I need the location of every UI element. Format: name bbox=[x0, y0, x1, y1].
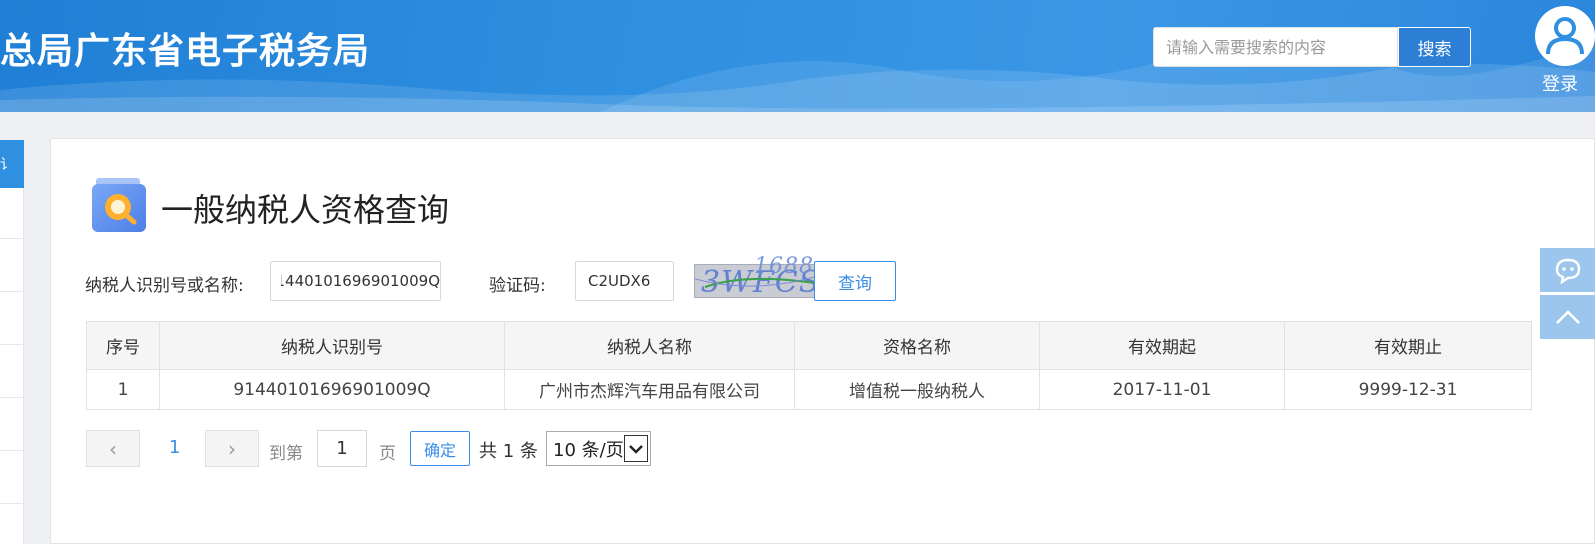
sidebar-divider bbox=[0, 503, 24, 504]
site-title: 总局广东省电子税务局 bbox=[0, 31, 371, 72]
chevron-up-icon bbox=[1555, 310, 1580, 324]
search-button[interactable]: 搜索 bbox=[1398, 27, 1471, 67]
chevron-right-icon: › bbox=[228, 436, 236, 461]
sidebar-divider bbox=[0, 344, 24, 345]
sidebar: 讠 bbox=[0, 140, 24, 544]
table-row: 1 91440101696901009Q 广州市杰辉汽车用品有限公司 增值税一般… bbox=[86, 369, 1532, 410]
cell-index: 1 bbox=[86, 369, 160, 410]
search-input-wrapper[interactable] bbox=[1153, 27, 1398, 67]
cell-qualification: 增值税一般纳税人 bbox=[794, 369, 1040, 410]
confirm-button[interactable]: 确定 bbox=[410, 431, 470, 466]
taxpayer-id-field-wrapper[interactable] bbox=[270, 261, 441, 301]
cell-taxpayer-name: 广州市杰辉汽车用品有限公司 bbox=[504, 369, 795, 410]
column-header-valid-to: 有效期止 bbox=[1284, 321, 1532, 370]
page-title: 一般纳税人资格查询 bbox=[161, 191, 450, 229]
page-size-value: 10 条/页 bbox=[553, 439, 624, 461]
back-to-top-button[interactable] bbox=[1540, 295, 1595, 339]
taxpayer-id-input[interactable] bbox=[271, 262, 440, 300]
login-link[interactable]: 登录 bbox=[1542, 70, 1578, 96]
total-count: 共 1 条 bbox=[479, 441, 538, 462]
prev-page-button[interactable]: ‹ bbox=[86, 430, 140, 467]
goto-page-input[interactable] bbox=[318, 431, 366, 466]
result-table: 序号 纳税人识别号 纳税人名称 资格名称 有效期起 有效期止 1 9144010… bbox=[86, 321, 1532, 410]
cell-valid-from: 2017-11-01 bbox=[1039, 369, 1285, 410]
chat-float-button[interactable] bbox=[1540, 248, 1595, 292]
goto-label: 到第 bbox=[269, 444, 303, 464]
chevron-left-icon: ‹ bbox=[109, 436, 117, 461]
sidebar-divider bbox=[0, 238, 24, 239]
sidebar-divider bbox=[0, 450, 24, 451]
table-header-row: 序号 纳税人识别号 纳税人名称 资格名称 有效期起 有效期止 bbox=[86, 321, 1532, 370]
search-document-icon bbox=[92, 178, 146, 232]
column-header-index: 序号 bbox=[86, 321, 160, 370]
goto-page-field-wrapper[interactable] bbox=[317, 430, 367, 467]
captcha-input[interactable] bbox=[576, 262, 673, 300]
chat-icon bbox=[1555, 258, 1580, 284]
taxpayer-id-label: 纳税人识别号或名称: bbox=[85, 276, 244, 296]
sidebar-divider bbox=[0, 397, 24, 398]
page-unit-label: 页 bbox=[379, 444, 396, 464]
next-page-button[interactable]: › bbox=[205, 430, 259, 467]
main-panel: 一般纳税人资格查询 纳税人识别号或名称: 验证码: 3WFCS 1688.com… bbox=[50, 138, 1595, 544]
query-button[interactable]: 查询 bbox=[814, 261, 896, 301]
page-size-select[interactable]: 10 条/页 bbox=[546, 431, 651, 466]
column-header-qualification: 资格名称 bbox=[794, 321, 1040, 370]
sidebar-divider bbox=[0, 291, 24, 292]
captcha-field-wrapper[interactable] bbox=[575, 261, 674, 301]
cell-taxpayer-id: 91440101696901009Q bbox=[159, 369, 505, 410]
search-input[interactable] bbox=[1154, 28, 1397, 66]
chevron-down-icon bbox=[624, 435, 648, 462]
header-banner: 总局广东省电子税务局 搜索 登录 bbox=[0, 0, 1595, 112]
user-avatar-icon[interactable] bbox=[1535, 6, 1595, 66]
sidebar-active-tab[interactable]: 讠 bbox=[0, 140, 24, 188]
column-header-taxpayer-id: 纳税人识别号 bbox=[159, 321, 505, 370]
cell-valid-to: 9999-12-31 bbox=[1284, 369, 1532, 410]
captcha-label: 验证码: bbox=[489, 276, 546, 296]
column-header-taxpayer-name: 纳税人名称 bbox=[504, 321, 795, 370]
current-page-number[interactable]: 1 bbox=[169, 437, 180, 458]
column-header-valid-from: 有效期起 bbox=[1039, 321, 1285, 370]
